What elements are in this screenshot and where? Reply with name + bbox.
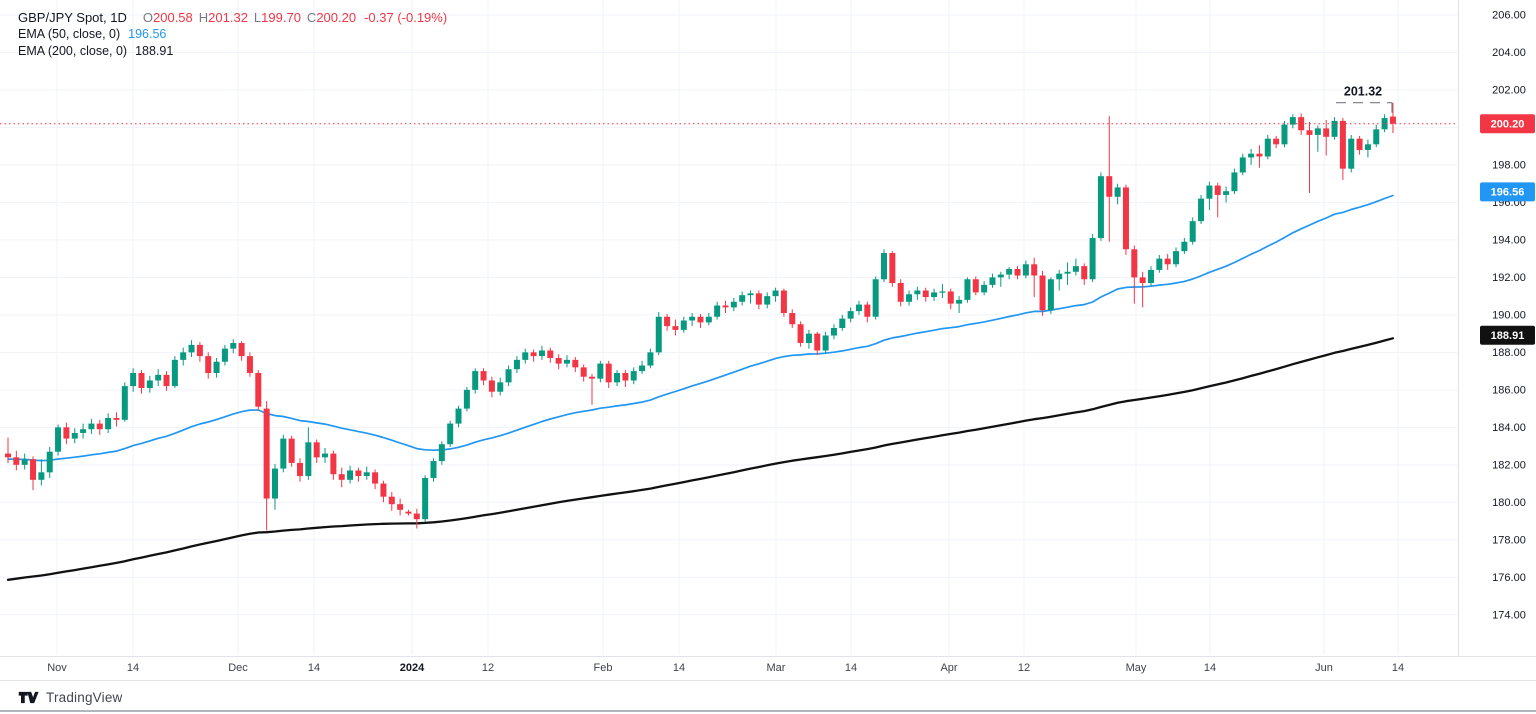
legend: GBP/JPY Spot, 1DO200.58H201.32L199.70C20… <box>18 9 447 60</box>
price-tick-label: 194.00 <box>1492 234 1526 246</box>
candle-down <box>889 251 895 287</box>
candle-down <box>973 276 979 295</box>
ema50-label: EMA (50, close, 0) <box>18 27 120 41</box>
time-axis-label: 14 <box>1204 662 1216 674</box>
time-axis-label: May <box>1126 662 1147 674</box>
price-tick-label: 184.00 <box>1492 422 1526 434</box>
time-axis-label: 14 <box>673 662 685 674</box>
ema50-value: 196.56 <box>128 27 166 41</box>
price-tick-label: 202.00 <box>1492 84 1526 96</box>
close-label: C <box>307 10 316 25</box>
price-tick-label: 180.00 <box>1492 497 1526 509</box>
candle-up <box>656 312 662 355</box>
candle-up <box>122 382 128 421</box>
symbol-row[interactable]: GBP/JPY Spot, 1DO200.58H201.32L199.70C20… <box>18 9 447 26</box>
tradingview-brand-text: TradingView <box>46 690 123 705</box>
time-axis-label: 14 <box>845 662 857 674</box>
svg-text:196.56: 196.56 <box>1491 187 1525 199</box>
ema200-price-badge: 188.91 <box>1480 326 1535 345</box>
footer: TradingView <box>18 687 123 707</box>
price-axis[interactable]: 206.00204.00202.00200.00198.00196.00194.… <box>1459 0 1536 656</box>
price-tick-label: 174.00 <box>1492 609 1526 621</box>
time-axis[interactable]: Nov 14 Dec 14 2024 12 Feb 14 Mar 14 Apr 12 May 14 Jun 1… <box>0 656 1536 681</box>
price-tick-label: 186.00 <box>1492 384 1526 396</box>
candle-down <box>1123 185 1129 255</box>
candle-up <box>1231 169 1237 194</box>
candle-up <box>1348 135 1354 172</box>
candle-up <box>873 276 879 319</box>
ema200-label: EMA (200, close, 0) <box>18 44 127 58</box>
low-value: 199.70 <box>261 10 301 25</box>
price-tick-label: 182.00 <box>1492 459 1526 471</box>
symbol-title: GBP/JPY Spot, 1D <box>18 10 127 25</box>
tradingview-chart-window: 201.32206.00204.00202.00200.00198.00196.… <box>0 0 1536 714</box>
candle-up <box>464 387 470 411</box>
chart-pane[interactable] <box>0 0 1458 656</box>
svg-text:200.20: 200.20 <box>1491 119 1525 131</box>
time-axis-label: 2024 <box>400 662 424 674</box>
candle-up <box>280 435 286 472</box>
price-tick-label: 178.00 <box>1492 534 1526 546</box>
price-tick-label: 176.00 <box>1492 572 1526 584</box>
indicator-row-ema200[interactable]: EMA (200, close, 0) 188.91 <box>18 43 447 60</box>
candle-up <box>55 425 61 456</box>
ema50-price-badge: 196.56 <box>1480 182 1535 201</box>
price-tick-label: 192.00 <box>1492 272 1526 284</box>
candle-down <box>255 370 261 410</box>
price-tick-label: 188.00 <box>1492 347 1526 359</box>
indicator-row-ema50[interactable]: EMA (50, close, 0) 196.56 <box>18 26 447 43</box>
time-axis-label: Nov <box>47 662 67 674</box>
open-value: 200.58 <box>153 10 193 25</box>
last-price-badge: 200.20 <box>1480 114 1535 133</box>
time-axis-label: 14 <box>1392 662 1404 674</box>
time-axis-label: Feb <box>594 662 613 674</box>
change-value: -0.37 (-0.19%) <box>364 10 447 25</box>
candle-down <box>781 289 787 317</box>
time-axis-label: Mar <box>767 662 786 674</box>
high-annotation-label: 201.32 <box>1344 85 1382 99</box>
close-value: 200.20 <box>316 10 356 25</box>
price-tick-label: 206.00 <box>1492 9 1526 21</box>
high-label: H <box>199 10 208 25</box>
candle-up <box>447 421 453 447</box>
candle-up <box>1090 234 1096 282</box>
tradingview-logo-icon[interactable] <box>18 690 39 705</box>
candle-up <box>1098 172 1104 240</box>
time-axis-label: 14 <box>127 662 139 674</box>
candle-up <box>1281 121 1287 147</box>
svg-text:188.91: 188.91 <box>1491 330 1525 342</box>
high-value: 201.32 <box>208 10 248 25</box>
time-axis-label: Dec <box>228 662 248 674</box>
price-tick-label: 204.00 <box>1492 47 1526 59</box>
bottom-border <box>0 710 1536 712</box>
open-label: O <box>143 10 153 25</box>
candle-up <box>472 368 478 393</box>
time-axis-label: Apr <box>940 662 957 674</box>
price-chart[interactable]: 201.32206.00204.00202.00200.00198.00196.… <box>0 0 1536 656</box>
time-axis-label: 14 <box>308 662 320 674</box>
candle-down <box>1040 271 1046 316</box>
ema200-value: 188.91 <box>135 44 173 58</box>
candle-down <box>289 436 295 467</box>
candle-up <box>1048 277 1054 314</box>
candle-up <box>422 475 428 522</box>
price-tick-label: 190.00 <box>1492 309 1526 321</box>
time-axis-label: 12 <box>1018 662 1030 674</box>
price-tick-label: 198.00 <box>1492 159 1526 171</box>
time-axis-label: 12 <box>482 662 494 674</box>
candle-up <box>964 277 970 302</box>
candle-up <box>1198 195 1204 224</box>
candle-down <box>798 321 804 346</box>
candle-up <box>172 356 178 388</box>
candle-up <box>1190 217 1196 244</box>
time-axis-label: Jun <box>1315 662 1333 674</box>
candle-up <box>881 249 887 282</box>
